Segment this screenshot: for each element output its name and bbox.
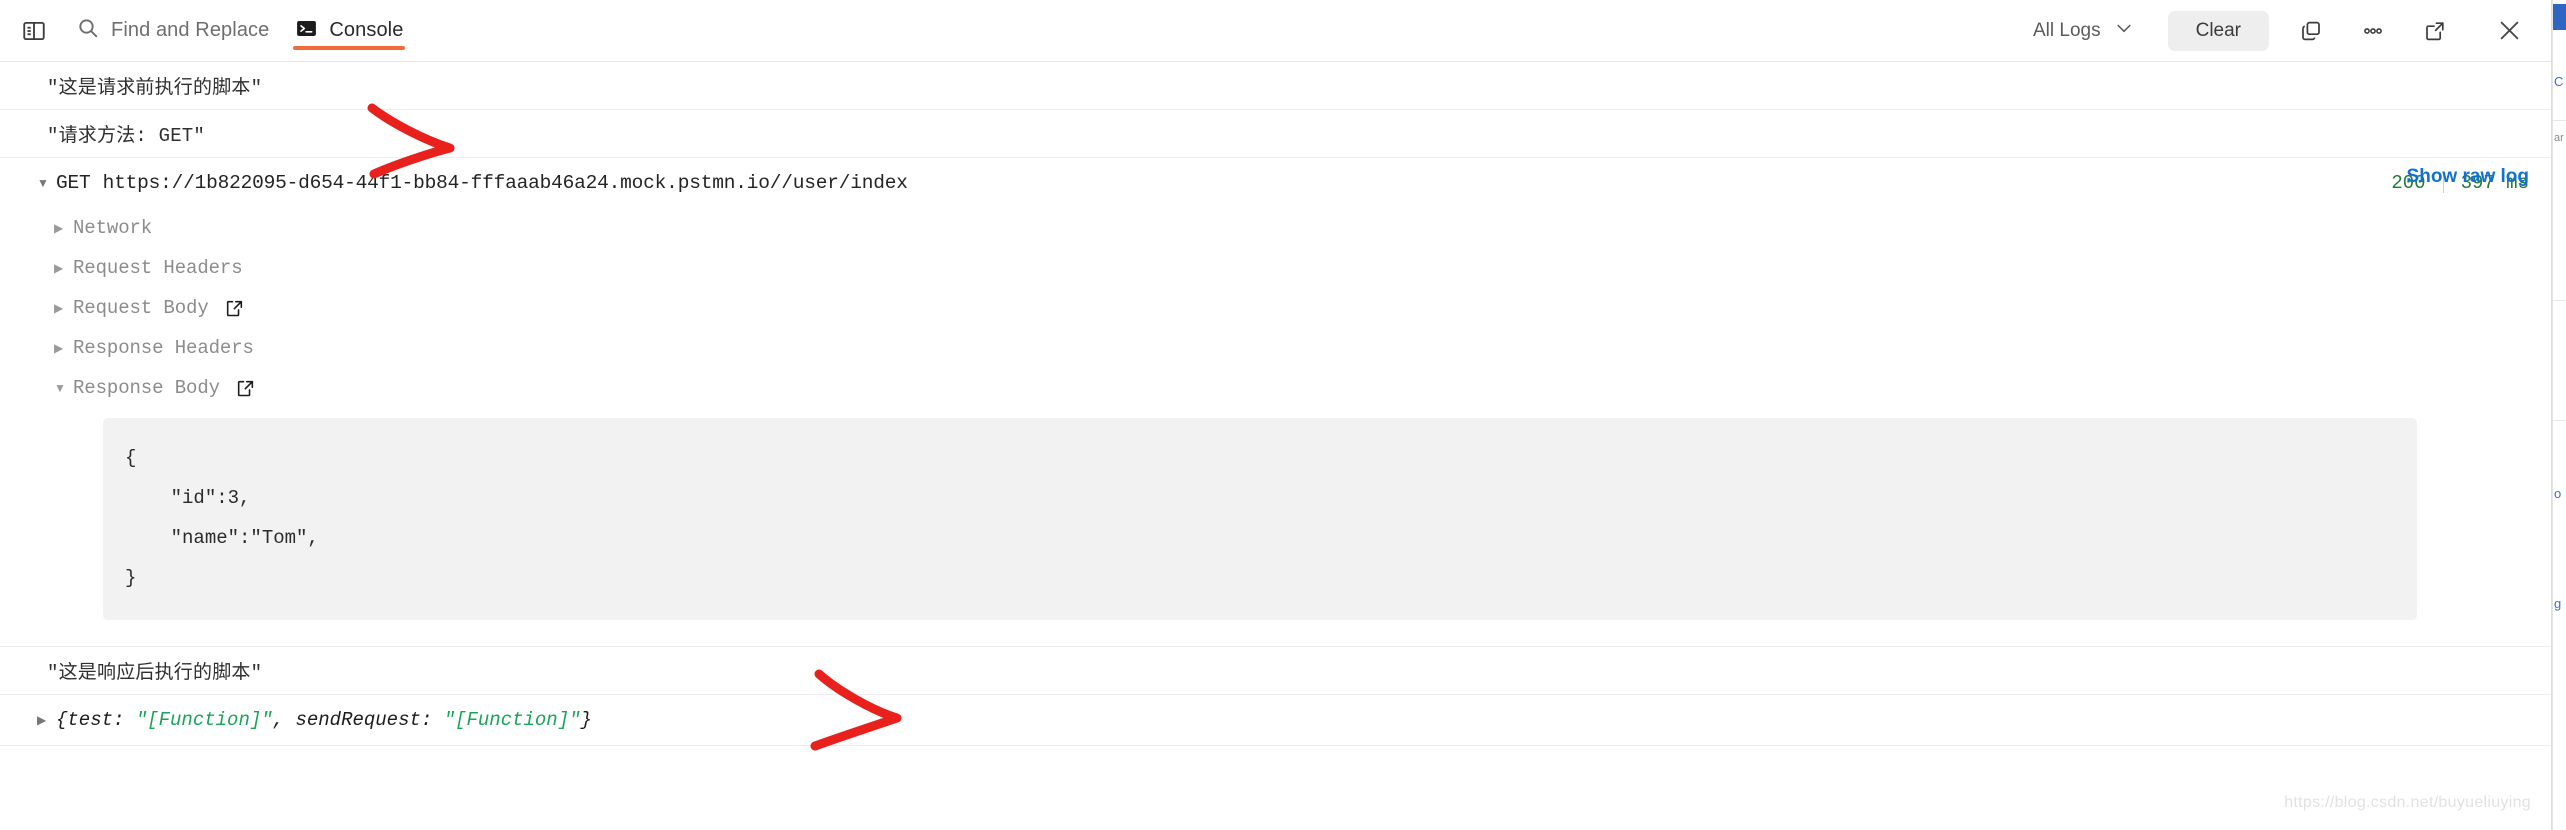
background-panel-sliver: C ar o g <box>2552 0 2566 830</box>
background-text-fragment: ar <box>2554 132 2564 144</box>
show-raw-log-link[interactable]: Show raw log <box>2407 166 2529 188</box>
tree-row-network[interactable]: ▶ Network <box>0 208 2529 248</box>
object-open: {test: <box>56 709 136 731</box>
object-close: } <box>580 709 592 731</box>
terminal-icon <box>295 17 318 45</box>
log-list: "这是请求前执行的脚本" "请求方法: GET" ▼ GET https://1… <box>0 62 2551 746</box>
tree-row-request-body[interactable]: ▶ Request Body <box>0 288 2529 328</box>
background-blue-block <box>2553 4 2566 30</box>
script-object-text: {test: "[Function]", sendRequest: "[Func… <box>56 709 592 731</box>
external-link-icon[interactable] <box>224 298 245 319</box>
panel-layout-icon[interactable] <box>14 11 54 51</box>
tab-find-and-replace[interactable]: Find and Replace <box>72 0 273 61</box>
tree-row-response-body[interactable]: ▼ Response Body <box>0 368 2529 408</box>
console-toolbar: Find and Replace Console All Logs Clear <box>0 0 2551 62</box>
response-body-line: "id":3, <box>125 487 251 509</box>
response-body-line: "name":"Tom", <box>125 527 319 549</box>
search-icon <box>76 16 100 45</box>
expand-caret[interactable]: ▶ <box>54 302 68 314</box>
tree-label: Request Headers <box>73 257 243 279</box>
more-horizontal-icon[interactable] <box>2353 11 2393 51</box>
tab-label: Console <box>329 19 404 41</box>
tree-label: Response Headers <box>73 337 254 359</box>
request-detail-tree: Show raw log ▶ Network ▶ Request Headers… <box>0 166 2529 646</box>
log-row-script-object[interactable]: ▶ {test: "[Function]", sendRequest: "[Fu… <box>0 695 2551 746</box>
external-link-icon[interactable] <box>2415 11 2455 51</box>
tab-console[interactable]: Console <box>291 0 407 61</box>
expand-caret[interactable]: ▶ <box>54 342 68 354</box>
log-text: "这是请求前执行的脚本" <box>47 77 263 99</box>
background-rule <box>2553 420 2566 421</box>
copy-icon[interactable] <box>2291 11 2331 51</box>
collapse-caret[interactable]: ▼ <box>37 177 51 189</box>
expand-caret[interactable]: ▶ <box>54 222 68 234</box>
background-rule <box>2553 120 2566 121</box>
request-header-row[interactable]: ▼ GET https://1b822095-d654-44f1-bb84-ff… <box>0 158 2529 208</box>
request-url: https://1b822095-d654-44f1-bb84-fffaaab4… <box>102 172 908 194</box>
chevron-down-icon <box>2114 18 2134 44</box>
watermark: https://blog.csdn.net/buyueliuying <box>2284 794 2531 811</box>
close-icon[interactable] <box>2489 11 2529 51</box>
background-text-fragment: o <box>2554 486 2562 501</box>
log-text: "这是响应后执行的脚本" <box>47 662 263 684</box>
response-body-line: } <box>125 567 137 589</box>
console-panel: Find and Replace Console All Logs Clear … <box>0 0 2552 830</box>
request-method: GET <box>56 172 91 194</box>
tree-row-response-headers[interactable]: ▶ Response Headers <box>0 328 2529 368</box>
background-text-fragment: C <box>2554 74 2564 89</box>
console-screen: C ar o g Find and Replace Console All Lo… <box>0 0 2566 830</box>
object-middle: , sendRequest: <box>272 709 444 731</box>
script-object-row: ▶ {test: "[Function]", sendRequest: "[Fu… <box>0 695 2529 745</box>
object-value-test: "[Function]" <box>135 709 273 731</box>
response-body-panel[interactable]: { "id":3, "name":"Tom", } <box>103 418 2417 620</box>
tree-label: Network <box>73 217 153 239</box>
log-text: "请求方法: GET" <box>47 125 206 147</box>
tree-label: Response Body <box>73 377 220 399</box>
log-row-request-method[interactable]: "请求方法: GET" <box>0 110 2551 158</box>
response-body-line: { <box>125 447 137 469</box>
collapse-caret[interactable]: ▼ <box>54 382 68 394</box>
tree-row-request-headers[interactable]: ▶ Request Headers <box>0 248 2529 288</box>
log-row-pre-request-script[interactable]: "这是请求前执行的脚本" <box>0 62 2551 110</box>
background-text-fragment: g <box>2554 596 2562 611</box>
external-link-icon[interactable] <box>235 378 256 399</box>
active-tab-underline <box>293 46 406 50</box>
clear-button[interactable]: Clear <box>2167 10 2269 51</box>
log-row-request: ▼ GET https://1b822095-d654-44f1-bb84-ff… <box>0 158 2551 647</box>
tab-label: Find and Replace <box>111 19 270 41</box>
background-rule <box>2553 300 2566 301</box>
object-value-sendrequest: "[Function]" <box>443 709 581 731</box>
log-row-post-response-script[interactable]: "这是响应后执行的脚本" <box>0 647 2551 695</box>
expand-caret[interactable]: ▶ <box>37 714 51 726</box>
expand-caret[interactable]: ▶ <box>54 262 68 274</box>
tree-label: Request Body <box>73 297 209 319</box>
log-filter-dropdown[interactable]: All Logs <box>2027 12 2140 50</box>
log-filter-label: All Logs <box>2032 19 2101 41</box>
